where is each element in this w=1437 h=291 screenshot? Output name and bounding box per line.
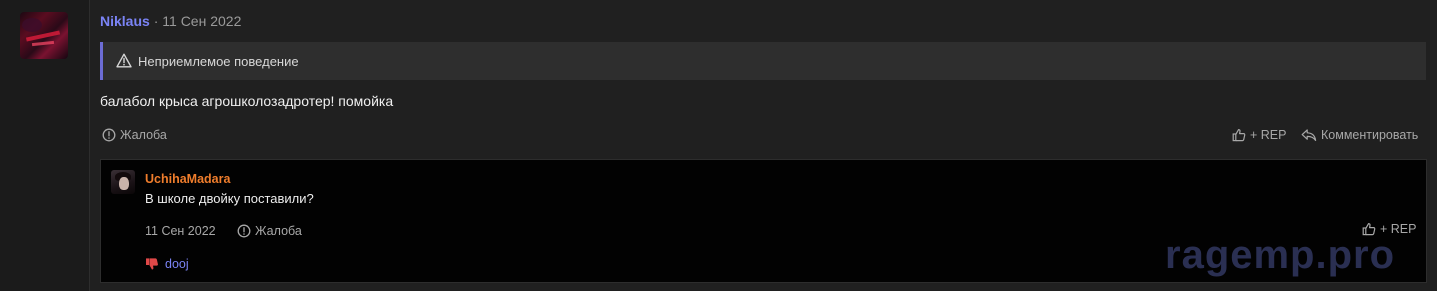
header-separator: · <box>153 13 159 29</box>
comment-date[interactable]: 11 Сен 2022 <box>145 224 216 238</box>
comment-text: В школе двойку поставили? <box>145 191 314 206</box>
comment-report-label: Жалоба <box>255 224 302 238</box>
avatar-column <box>0 0 90 291</box>
comment-author-link[interactable]: UchihaMadara <box>145 172 230 186</box>
avatar-art <box>25 30 61 42</box>
avatar-art <box>22 18 42 32</box>
site-watermark: ragemp.pro <box>1165 233 1396 277</box>
profile-post: Niklaus · 11 Сен 2022 Неприемлемое повед… <box>90 0 1437 291</box>
thumbs-up-icon <box>1232 129 1246 142</box>
comment-label: Комментировать <box>1321 128 1419 142</box>
reaction-user-link[interactable]: dooj <box>165 257 189 271</box>
comment-report-button[interactable]: Жалоба <box>237 224 302 238</box>
post-body: балабол крыса агрошколозадротер! помойка <box>100 93 394 109</box>
comment-button[interactable]: Комментировать <box>1301 128 1418 142</box>
rep-label: + REP <box>1250 128 1287 142</box>
post-author-link[interactable]: Niklaus <box>100 13 150 29</box>
report-button[interactable]: Жалоба <box>102 128 167 142</box>
rep-button[interactable]: + REP <box>1232 128 1286 142</box>
reply-arrow-icon <box>1301 129 1317 141</box>
avatar-art <box>119 177 129 190</box>
warning-triangle-icon <box>116 53 132 68</box>
reaction-summary[interactable]: dooj <box>145 257 189 271</box>
post-header: Niklaus · 11 Сен 2022 <box>100 13 241 29</box>
alert-circle-icon <box>237 224 251 238</box>
alert-circle-icon <box>102 128 116 142</box>
thumbs-down-icon <box>146 258 158 270</box>
report-label: Жалоба <box>120 128 167 142</box>
author-avatar[interactable] <box>20 12 68 59</box>
post-date[interactable]: 11 Сен 2022 <box>162 13 241 29</box>
moderation-warning-banner: Неприемлемое поведение <box>100 42 1426 80</box>
avatar-art <box>31 40 55 47</box>
commenter-avatar[interactable] <box>111 170 135 194</box>
warning-text: Неприемлемое поведение <box>138 54 299 69</box>
